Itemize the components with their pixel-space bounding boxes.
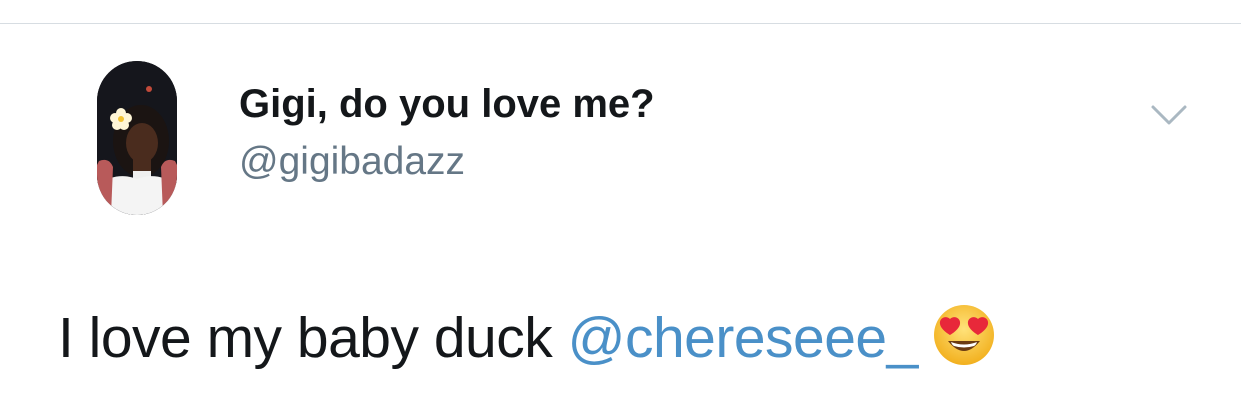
top-divider — [0, 23, 1241, 24]
avatar[interactable] — [97, 61, 177, 215]
chevron-down-icon[interactable] — [1149, 100, 1189, 132]
author-handle[interactable]: @gigibadazz — [239, 140, 465, 184]
heart-eyes-emoji-icon — [932, 303, 996, 367]
author-display-name[interactable]: Gigi, do you love me? — [239, 82, 655, 126]
tweet-text: I love my baby duck @chereseee_ — [58, 303, 996, 370]
mention-link[interactable]: @chereseee_ — [568, 306, 919, 370]
tweet-text-body: I love my baby duck — [58, 306, 568, 370]
